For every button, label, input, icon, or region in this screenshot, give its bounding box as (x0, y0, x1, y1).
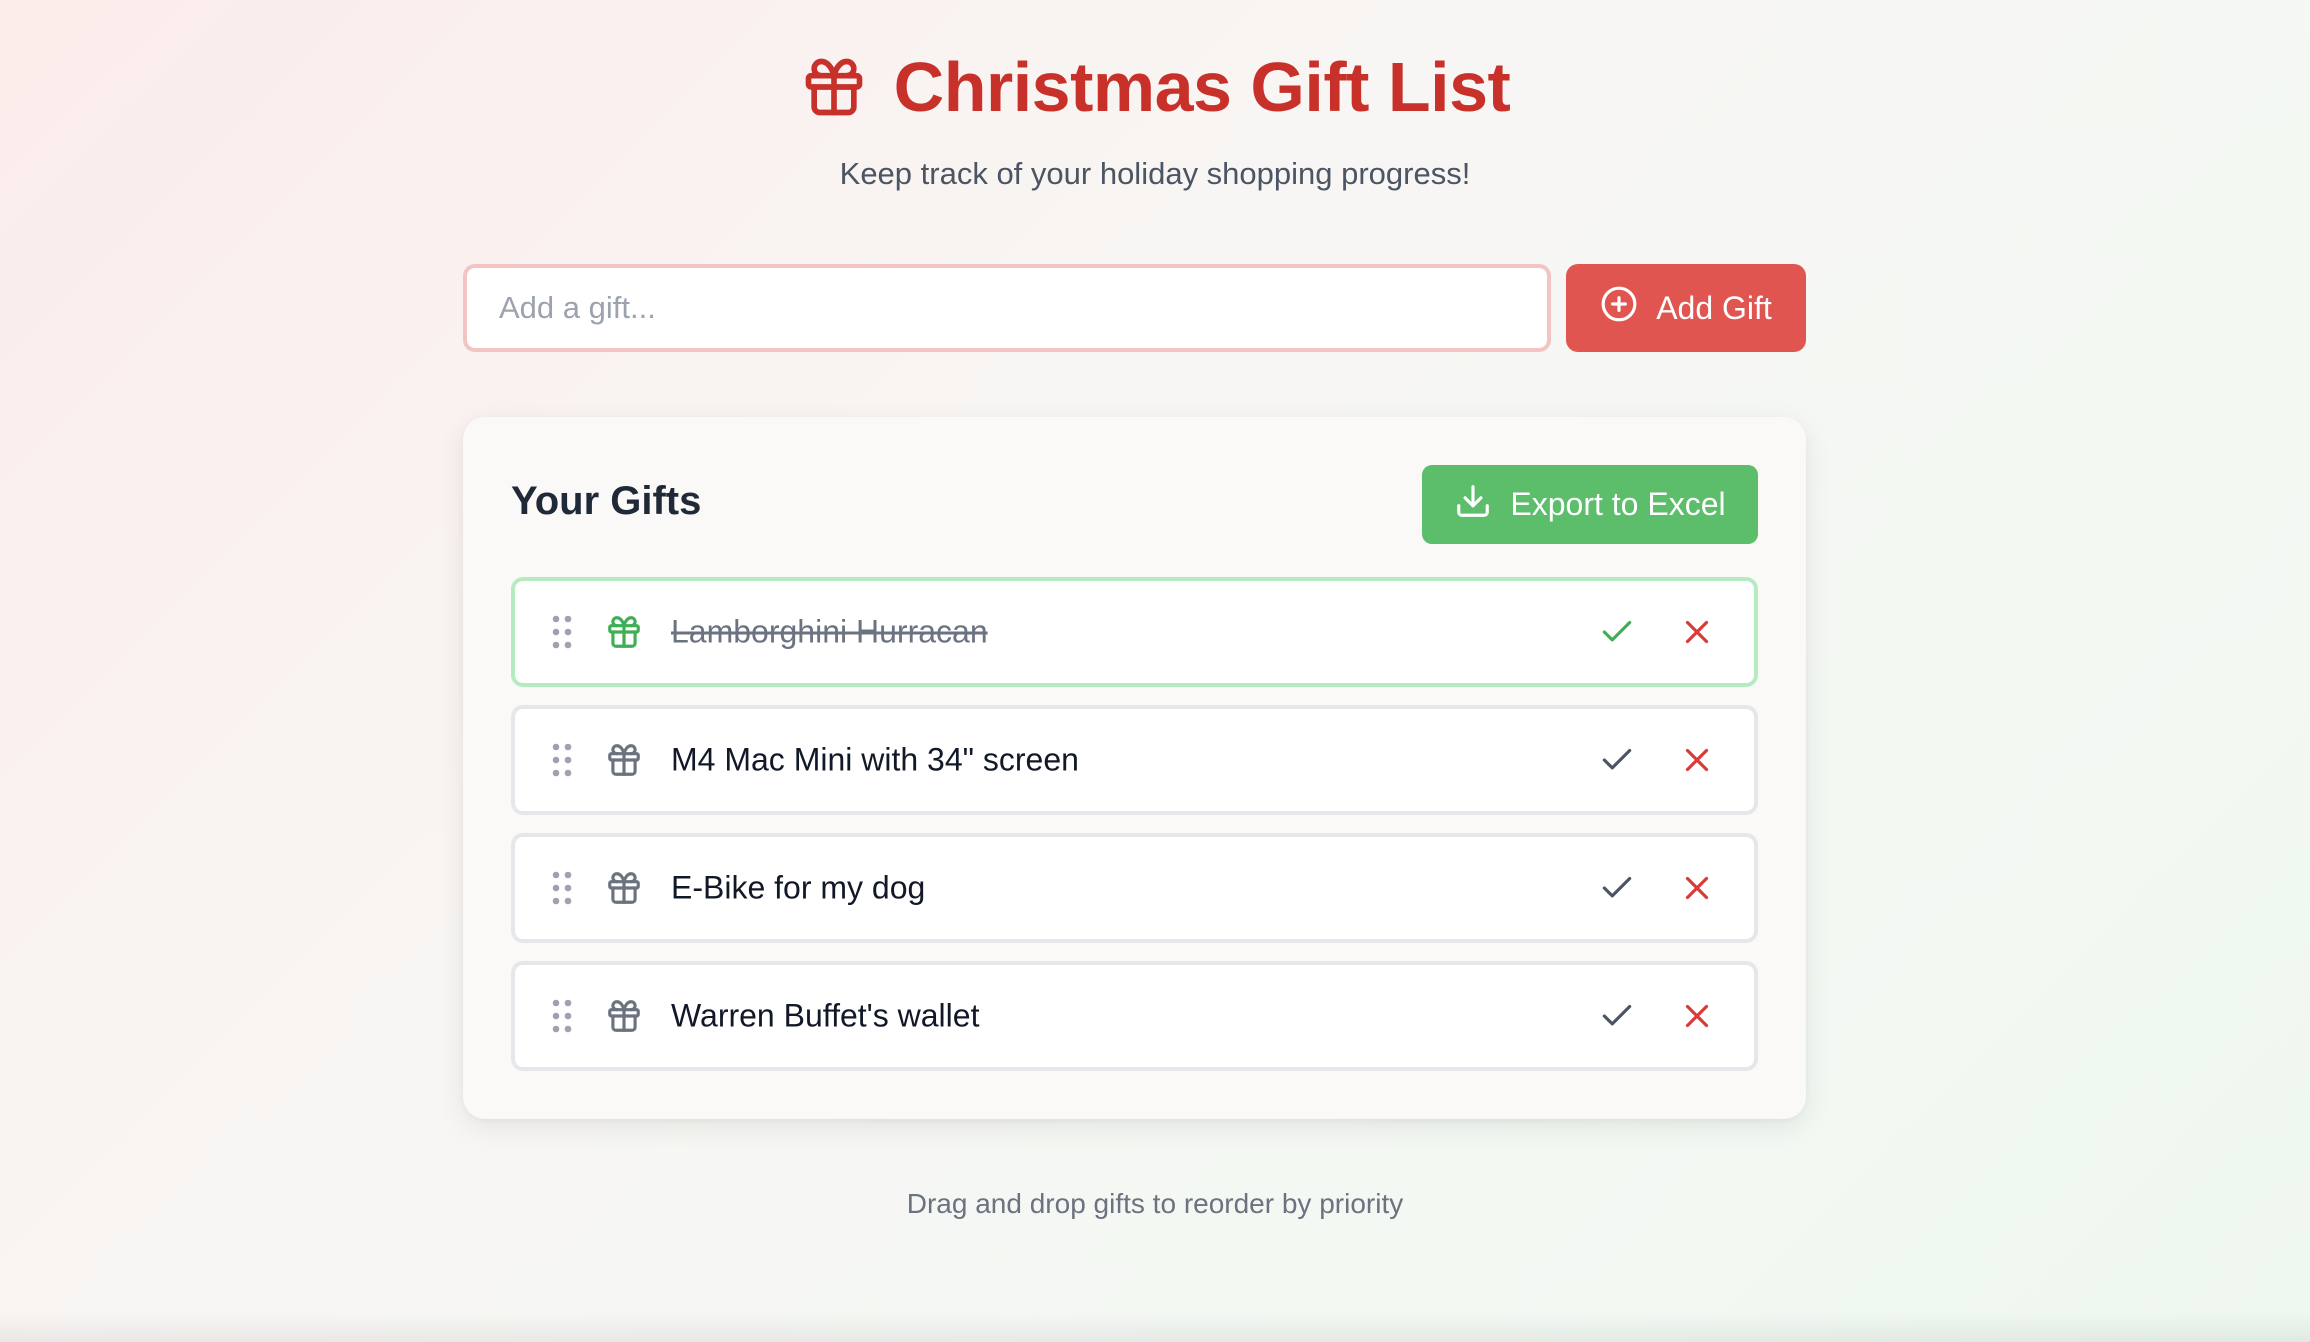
page-subtitle: Keep track of your holiday shopping prog… (839, 156, 1471, 191)
add-gift-form: Add Gift (463, 264, 1806, 352)
gift-list-item[interactable]: M4 Mac Mini with 34" screen (511, 705, 1758, 815)
remove-gift-close-icon[interactable] (1678, 741, 1716, 779)
title-row: Christmas Gift List (0, 52, 2310, 122)
mark-done-check-icon[interactable] (1598, 997, 1636, 1035)
reorder-hint: Drag and drop gifts to reorder by priori… (906, 1188, 1404, 1219)
gift-icon (605, 613, 643, 651)
gift-icon (800, 53, 868, 121)
remove-gift-close-icon[interactable] (1678, 613, 1716, 651)
bottom-shade (0, 1312, 2310, 1342)
export-excel-button-label: Export to Excel (1510, 486, 1726, 522)
gift-name: E-Bike for my dog (671, 869, 926, 906)
mark-done-check-icon[interactable] (1598, 869, 1636, 907)
gift-list-item[interactable]: Lamborghini Hurracan (511, 577, 1758, 687)
plus-circle-icon (1600, 285, 1638, 331)
gift-icon (605, 741, 643, 779)
download-icon (1454, 482, 1492, 528)
drag-handle-icon[interactable] (551, 742, 573, 778)
gift-name: Lamborghini Hurracan (671, 613, 988, 650)
gift-list: Lamborghini Hurracan M4 Mac Mini with 34… (511, 577, 1758, 1089)
add-gift-button[interactable]: Add Gift (1566, 264, 1806, 352)
gift-name: M4 Mac Mini with 34" screen (671, 741, 1079, 778)
gift-icon (605, 997, 643, 1035)
mark-done-check-icon[interactable] (1598, 741, 1636, 779)
app-page: Christmas Gift List Keep track of your h… (0, 0, 2310, 1342)
drag-handle-icon[interactable] (551, 870, 573, 906)
drag-handle-icon[interactable] (551, 998, 573, 1034)
gift-list-item[interactable]: Warren Buffet's wallet (511, 961, 1758, 1071)
page-title: Christmas Gift List (893, 48, 1511, 126)
remove-gift-close-icon[interactable] (1678, 997, 1716, 1035)
remove-gift-close-icon[interactable] (1678, 869, 1716, 907)
drag-handle-icon[interactable] (551, 614, 573, 650)
export-excel-button[interactable]: Export to Excel (1422, 465, 1758, 544)
add-gift-input[interactable] (463, 264, 1551, 352)
gifts-card-title: Your Gifts (511, 479, 702, 523)
gift-icon (605, 869, 643, 907)
add-gift-button-label: Add Gift (1656, 289, 1772, 326)
gifts-card: Your Gifts Export to Excel Lamborghini H… (463, 417, 1806, 1119)
gift-list-item[interactable]: E-Bike for my dog (511, 833, 1758, 943)
gift-name: Warren Buffet's wallet (671, 997, 980, 1034)
mark-done-check-icon[interactable] (1598, 613, 1636, 651)
